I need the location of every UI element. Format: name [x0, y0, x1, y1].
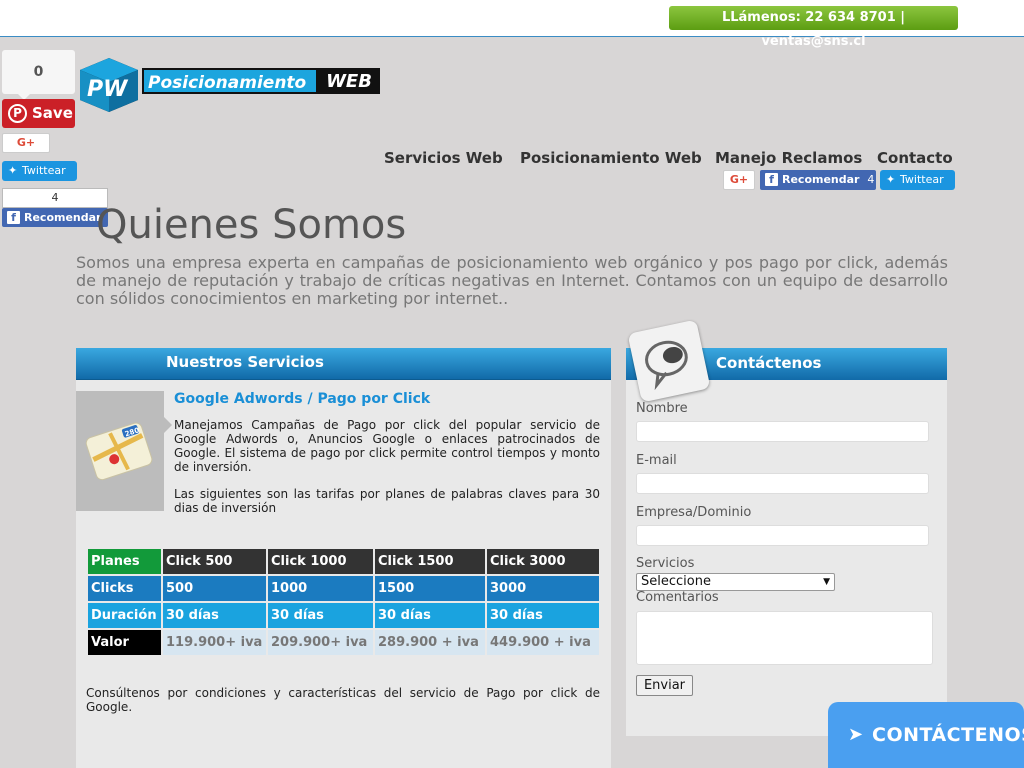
tweet-button-left[interactable]: ✦ Twittear [2, 161, 77, 181]
nav-contacto[interactable]: Contacto [877, 149, 953, 167]
call-banner[interactable]: LLámenos: 22 634 8701 | ventas@sns.cl [669, 6, 958, 49]
nav-manejo-reclamos[interactable]: Manejo Reclamos [715, 149, 862, 167]
table-header-cell: Click 1000 [268, 549, 373, 574]
tweet-button-top[interactable]: ✦ Twittear [880, 170, 955, 190]
email-field[interactable] [636, 473, 929, 494]
table-cell: 119.900+ iva [163, 630, 266, 655]
logo-word-posicionamiento: Posicionamiento [142, 68, 318, 94]
pin-label: Save [32, 104, 73, 122]
nav-servicios-web[interactable]: Servicios Web [384, 149, 503, 167]
service-description: Manejamos Campañas de Pago por click del… [174, 418, 600, 474]
label-comentarios: Comentarios [636, 590, 719, 605]
page-title: Quienes Somos [96, 202, 407, 248]
table-cell: 209.900+ iva [268, 630, 373, 655]
facebook-icon: f [765, 173, 778, 186]
gplus-share-button-top[interactable]: G+ [723, 170, 755, 190]
contact-header-title: Contáctenos [716, 354, 822, 372]
table-cell: Clicks [88, 576, 161, 601]
table-header-cell: Click 3000 [487, 549, 599, 574]
floating-contact-button[interactable]: ➤ CONTÁCTENOS [828, 702, 1024, 768]
services-header: Nuestros Servicios [76, 348, 611, 380]
table-cell: Duración [88, 603, 161, 628]
services-header-title: Nuestros Servicios [166, 353, 324, 371]
chevron-down-icon: ▼ [823, 577, 830, 587]
chat-bubble-icon [627, 319, 711, 403]
twitter-bird-icon: ✦ [886, 173, 896, 186]
pinterest-save-button[interactable]: P Save [2, 99, 75, 128]
map-pin-image: 280 [76, 391, 172, 511]
table-row: Duración 30 días 30 días 30 días 30 días [88, 603, 599, 628]
service-rates-intro: Las siguientes son las tarifas por plane… [174, 487, 600, 515]
floating-contact-label: CONTÁCTENOS [872, 724, 1024, 746]
table-cell: 30 días [375, 603, 485, 628]
services-panel: Nuestros Servicios 280 Google Adwords / … [76, 348, 611, 768]
nav-posicionamiento-web[interactable]: Posicionamiento Web [520, 149, 702, 167]
servicios-select-value: Seleccione [641, 574, 711, 589]
table-cell: 30 días [163, 603, 266, 628]
service-footer-note: Consúltenos por condiciones y caracterís… [86, 686, 600, 714]
intro-paragraph: Somos una empresa experta en campañas de… [76, 253, 948, 308]
top-bar: LLámenos: 22 634 8701 | ventas@sns.cl [0, 0, 1024, 49]
table-header-cell: Click 500 [163, 549, 266, 574]
fb-like-count: 4 [2, 188, 108, 208]
label-servicios: Servicios [636, 556, 695, 571]
tweet-label-top: Twittear [900, 173, 944, 186]
fb-recommend-button-top[interactable]: f Recomendar 4 [760, 170, 876, 190]
table-row: Valor 119.900+ iva 209.900+ iva 289.900 … [88, 630, 599, 655]
table-cell: 1500 [375, 576, 485, 601]
table-cell: 3000 [487, 576, 599, 601]
enviar-button[interactable]: Enviar [636, 675, 693, 696]
table-row: Clicks 500 1000 1500 3000 [88, 576, 599, 601]
fb-count-top: 4 [867, 173, 875, 186]
table-cell: 30 días [268, 603, 373, 628]
facebook-icon: f [7, 211, 20, 224]
empresa-field[interactable] [636, 525, 929, 546]
table-cell: 30 días [487, 603, 599, 628]
gplus-share-button[interactable]: G+ [2, 133, 50, 153]
table-cell: Valor [88, 630, 161, 655]
paper-plane-icon: ➤ [848, 724, 864, 745]
comentarios-textarea[interactable] [636, 611, 933, 665]
logo-cube-icon: PW [80, 58, 138, 112]
label-email: E-mail [636, 453, 677, 468]
fb-recommend-label-top: Recomendar [782, 173, 860, 186]
pin-count-bubble: 0 [2, 50, 75, 100]
servicios-select[interactable]: Seleccione ▼ [636, 573, 835, 591]
table-cell: 289.900 + iva [375, 630, 485, 655]
table-cell: 500 [163, 576, 266, 601]
table-header-cell: Click 1500 [375, 549, 485, 574]
table-header-cell: Planes [88, 549, 161, 574]
site-logo[interactable]: PW Posicionamiento WEB [78, 56, 380, 116]
nombre-field[interactable] [636, 421, 929, 442]
contact-panel: Contáctenos Nombre E-mail Empresa/Domini… [626, 319, 947, 736]
fb-recommend-button-left[interactable]: f Recomendar [2, 208, 108, 227]
service-title-adwords[interactable]: Google Adwords / Pago por Click [174, 391, 430, 407]
pinterest-icon: P [8, 104, 27, 123]
map-icon: 280 [85, 422, 153, 481]
rates-table: Planes Click 500 Click 1000 Click 1500 C… [86, 547, 601, 657]
table-cell: 1000 [268, 576, 373, 601]
logo-word-web: WEB [318, 68, 380, 94]
svg-text:PW: PW [87, 77, 129, 102]
table-cell: 449.900 + iva [487, 630, 599, 655]
tweet-label: Twittear [22, 164, 66, 177]
twitter-bird-icon: ✦ [8, 164, 18, 177]
label-nombre: Nombre [636, 401, 688, 416]
table-row: Planes Click 500 Click 1000 Click 1500 C… [88, 549, 599, 574]
label-empresa: Empresa/Dominio [636, 505, 752, 520]
fb-recommend-label: Recomendar [24, 211, 102, 224]
